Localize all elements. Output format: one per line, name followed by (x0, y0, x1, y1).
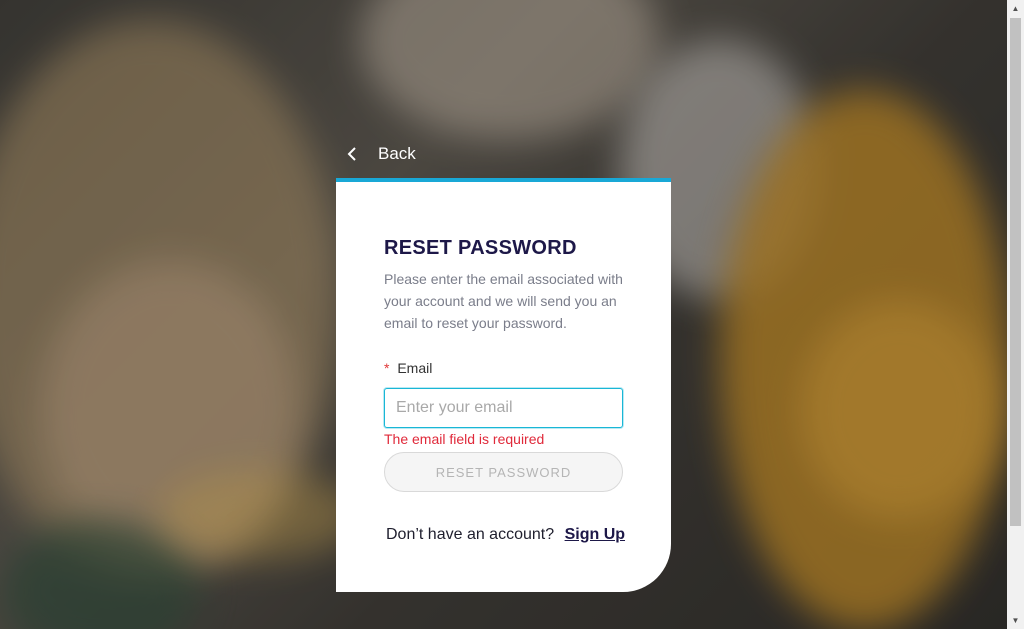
arrow-up-icon[interactable]: ▲ (1007, 0, 1024, 17)
email-error-message: The email field is required (384, 431, 545, 447)
back-link[interactable]: Back (346, 142, 416, 166)
reset-password-button[interactable]: RESET PASSWORD (384, 452, 623, 492)
page-scrollbar[interactable]: ▲ ▼ (1007, 0, 1024, 629)
arrow-down-icon[interactable]: ▼ (1007, 612, 1024, 629)
page-title: RESET PASSWORD (384, 237, 577, 259)
required-mark: * (384, 360, 390, 376)
scrollbar-thumb[interactable] (1010, 18, 1021, 526)
signup-prompt-text: Don’t have an account? (386, 526, 555, 543)
sign-up-link[interactable]: Sign Up (565, 526, 625, 543)
description: Please enter the email associated with y… (384, 271, 623, 331)
signup-prompt: Don’t have an account? Sign Up (386, 526, 625, 544)
email-label: * Email (384, 360, 432, 376)
email-label-text: Email (397, 360, 433, 376)
reset-password-card: RESET PASSWORD Please enter the email as… (336, 178, 671, 592)
email-field[interactable] (384, 388, 623, 428)
back-label: Back (378, 144, 416, 163)
chevron-left-icon (347, 147, 356, 161)
